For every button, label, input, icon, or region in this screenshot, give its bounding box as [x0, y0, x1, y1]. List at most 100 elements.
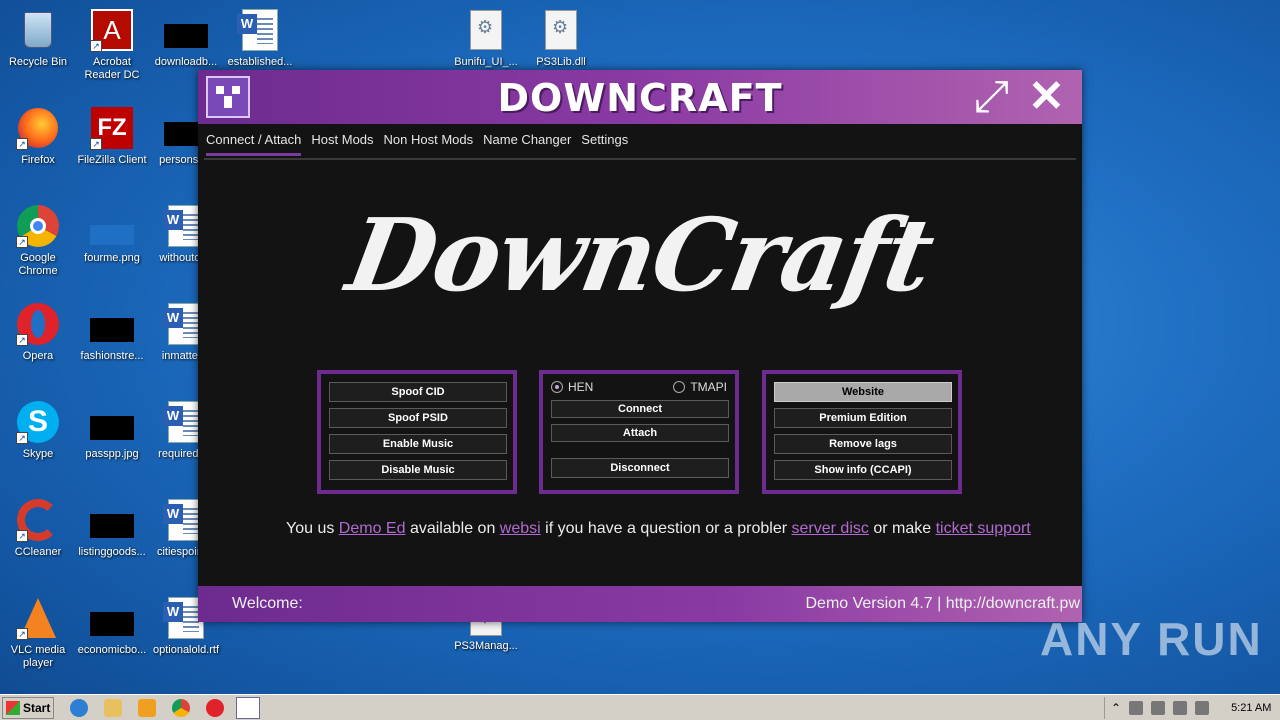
enable-music-button[interactable]: Enable Music — [329, 434, 507, 454]
desktop-icon-label: Acrobat Reader DC — [84, 56, 140, 81]
anyrun-watermark: ANY RUN — [1040, 613, 1263, 665]
desktop-icon-label: fashionstre... — [80, 350, 144, 362]
desktop-icon-label: Recycle Bin — [8, 56, 68, 68]
desktop-icon-chrome[interactable]: ↗ Google Chrome — [0, 204, 76, 278]
desktop-icon-firefox[interactable]: ↗ Firefox — [0, 106, 76, 167]
server-discord-link[interactable]: server disc — [792, 520, 869, 537]
radio-tmapi-label: TMAPI — [690, 380, 727, 394]
connect-button[interactable]: Connect — [551, 400, 729, 418]
spoof-psid-button[interactable]: Spoof PSID — [329, 408, 507, 428]
firefox-icon: ↗ — [16, 106, 60, 150]
desktop-icon-label: PS3Manag... — [454, 640, 518, 652]
desktop-icon-opera[interactable]: ↗ Opera — [0, 302, 76, 363]
skype-icon: S ↗ — [16, 400, 60, 444]
version-label: Demo Version 4.7 | http://downcraft.pw — [805, 595, 1080, 612]
resize-icon[interactable]: ⤢ — [974, 74, 1009, 120]
clock[interactable]: 5:21 AM — [1231, 702, 1271, 714]
desktop-icon-label: Opera — [22, 350, 54, 362]
disable-music-button[interactable]: Disable Music — [329, 460, 507, 480]
chrome-icon: ↗ — [16, 204, 60, 248]
media-player-icon[interactable] — [138, 699, 156, 717]
disconnect-button[interactable]: Disconnect — [551, 458, 729, 478]
desktop-icon-label: downloadb... — [154, 56, 218, 68]
ccleaner-icon: ↗ — [16, 498, 60, 542]
desktop-icon-acrobat[interactable]: A ↗ Acrobat Reader DC — [74, 8, 150, 82]
opera-taskbar-icon[interactable] — [206, 699, 224, 717]
app-title: DOWNCRAFT — [497, 76, 783, 120]
desktop-icon-label: VLC media player — [10, 644, 66, 669]
website-link[interactable]: websi — [500, 520, 541, 537]
file-icon — [90, 498, 134, 542]
info-text: or make — [868, 520, 936, 537]
radio-selected-icon — [551, 381, 563, 393]
desktop-icon-listinggoods[interactable]: listinggoods... — [74, 498, 150, 559]
close-icon[interactable]: ✕ — [1028, 74, 1065, 120]
info-line: You us Demo Ed available on websi if you… — [286, 520, 1031, 538]
image-icon — [90, 204, 134, 248]
taskbar: Start ⌃ 5:21 AM — [0, 694, 1280, 720]
start-button[interactable]: Start — [2, 697, 54, 719]
action-center-flag-icon[interactable] — [1195, 701, 1210, 715]
premium-edition-button[interactable]: Premium Edition — [774, 408, 952, 428]
desktop-icon-downloadb[interactable]: downloadb... — [148, 8, 224, 69]
desktop-icon-label: Google Chrome — [18, 252, 58, 277]
tab-host-mods[interactable]: Host Mods — [311, 132, 373, 156]
recycle-bin-icon — [16, 8, 60, 52]
acrobat-icon: A ↗ — [90, 8, 134, 52]
show-info-ccapi-button[interactable]: Show info (CCAPI) — [774, 460, 952, 480]
desktop-icon-recycle-bin[interactable]: Recycle Bin — [0, 8, 76, 69]
desktop-icon-bunifu[interactable]: ⚙ Bunifu_UI_... — [448, 8, 524, 69]
tab-non-host-mods[interactable]: Non Host Mods — [384, 132, 474, 156]
desktop-icon-economicbo[interactable]: economicbo... — [74, 596, 150, 657]
chrome-taskbar-icon[interactable] — [172, 699, 190, 717]
downcraft-taskbar-icon[interactable] — [236, 697, 260, 719]
network-icon[interactable] — [1129, 701, 1144, 715]
desktop-icon-label: economicbo... — [77, 644, 147, 656]
desktop-icon-filezilla[interactable]: FZ ↗ FileZilla Client — [74, 106, 150, 167]
remove-lags-button[interactable]: Remove lags — [774, 434, 952, 454]
desktop-icon-ps3lib[interactable]: ⚙ PS3Lib.dll — [523, 8, 599, 69]
system-tray: ⌃ 5:21 AM — [1104, 697, 1280, 719]
tray-expand-icon[interactable]: ⌃ — [1111, 701, 1121, 715]
desktop-icon-label: fourme.png — [84, 252, 140, 264]
desktop-icon-ccleaner[interactable]: ↗ CCleaner — [0, 498, 76, 559]
gear-file-icon: ⚙ — [539, 8, 583, 52]
title-bar[interactable]: DOWNCRAFT ⤢ ✕ — [198, 70, 1082, 124]
desktop-icon-label: Skype — [22, 448, 54, 460]
desktop-icon-label: passpp.jpg — [85, 448, 139, 460]
radio-hen-label: HEN — [568, 380, 594, 394]
info-text: You us — [286, 520, 339, 537]
desktop-icon-label: established... — [227, 56, 293, 68]
radio-tmapi[interactable]: TMAPI — [673, 380, 727, 394]
file-icon — [90, 596, 134, 640]
desktop-icon-label: Bunifu_UI_... — [454, 56, 518, 68]
vlc-icon: ↗ — [16, 596, 60, 640]
internet-explorer-icon[interactable] — [70, 699, 88, 717]
desktop-icon-fourme[interactable]: fourme.png — [74, 204, 150, 265]
panel-spoof: Spoof CID Spoof PSID Enable Music Disabl… — [317, 370, 517, 494]
desktop-icon-established[interactable]: W established... — [222, 8, 298, 69]
panel-connection: HEN TMAPI Connect Attach Disconnect — [539, 370, 739, 494]
desktop-icon-label: PS3Lib.dll — [536, 56, 586, 68]
desktop-icon-skype[interactable]: S ↗ Skype — [0, 400, 76, 461]
ticket-support-link[interactable]: ticket support — [936, 520, 1031, 537]
desktop-icon-passpp[interactable]: passpp.jpg — [74, 400, 150, 461]
tab-name-changer[interactable]: Name Changer — [483, 132, 571, 156]
opera-icon: ↗ — [16, 302, 60, 346]
desktop-icon-fashionstre[interactable]: fashionstre... — [74, 302, 150, 363]
explorer-folder-icon[interactable] — [104, 699, 122, 717]
attach-button[interactable]: Attach — [551, 424, 729, 442]
desktop-icon-vlc[interactable]: ↗ VLC media player — [0, 596, 76, 670]
spoof-cid-button[interactable]: Spoof CID — [329, 382, 507, 402]
demo-edition-link[interactable]: Demo Ed — [339, 520, 406, 537]
radio-hen[interactable]: HEN — [551, 380, 593, 394]
desktop-icon-label: listinggoods... — [78, 546, 146, 558]
volume-icon[interactable] — [1151, 701, 1166, 715]
desktop-icon-label: CCleaner — [14, 546, 62, 558]
tab-connect-attach[interactable]: Connect / Attach — [206, 132, 302, 156]
info-text: if you have a question or a probler — [540, 520, 792, 537]
radio-unselected-icon — [673, 381, 686, 393]
battery-icon[interactable] — [1173, 701, 1188, 715]
website-button[interactable]: Website — [774, 382, 952, 402]
tab-settings[interactable]: Settings — [581, 132, 628, 156]
